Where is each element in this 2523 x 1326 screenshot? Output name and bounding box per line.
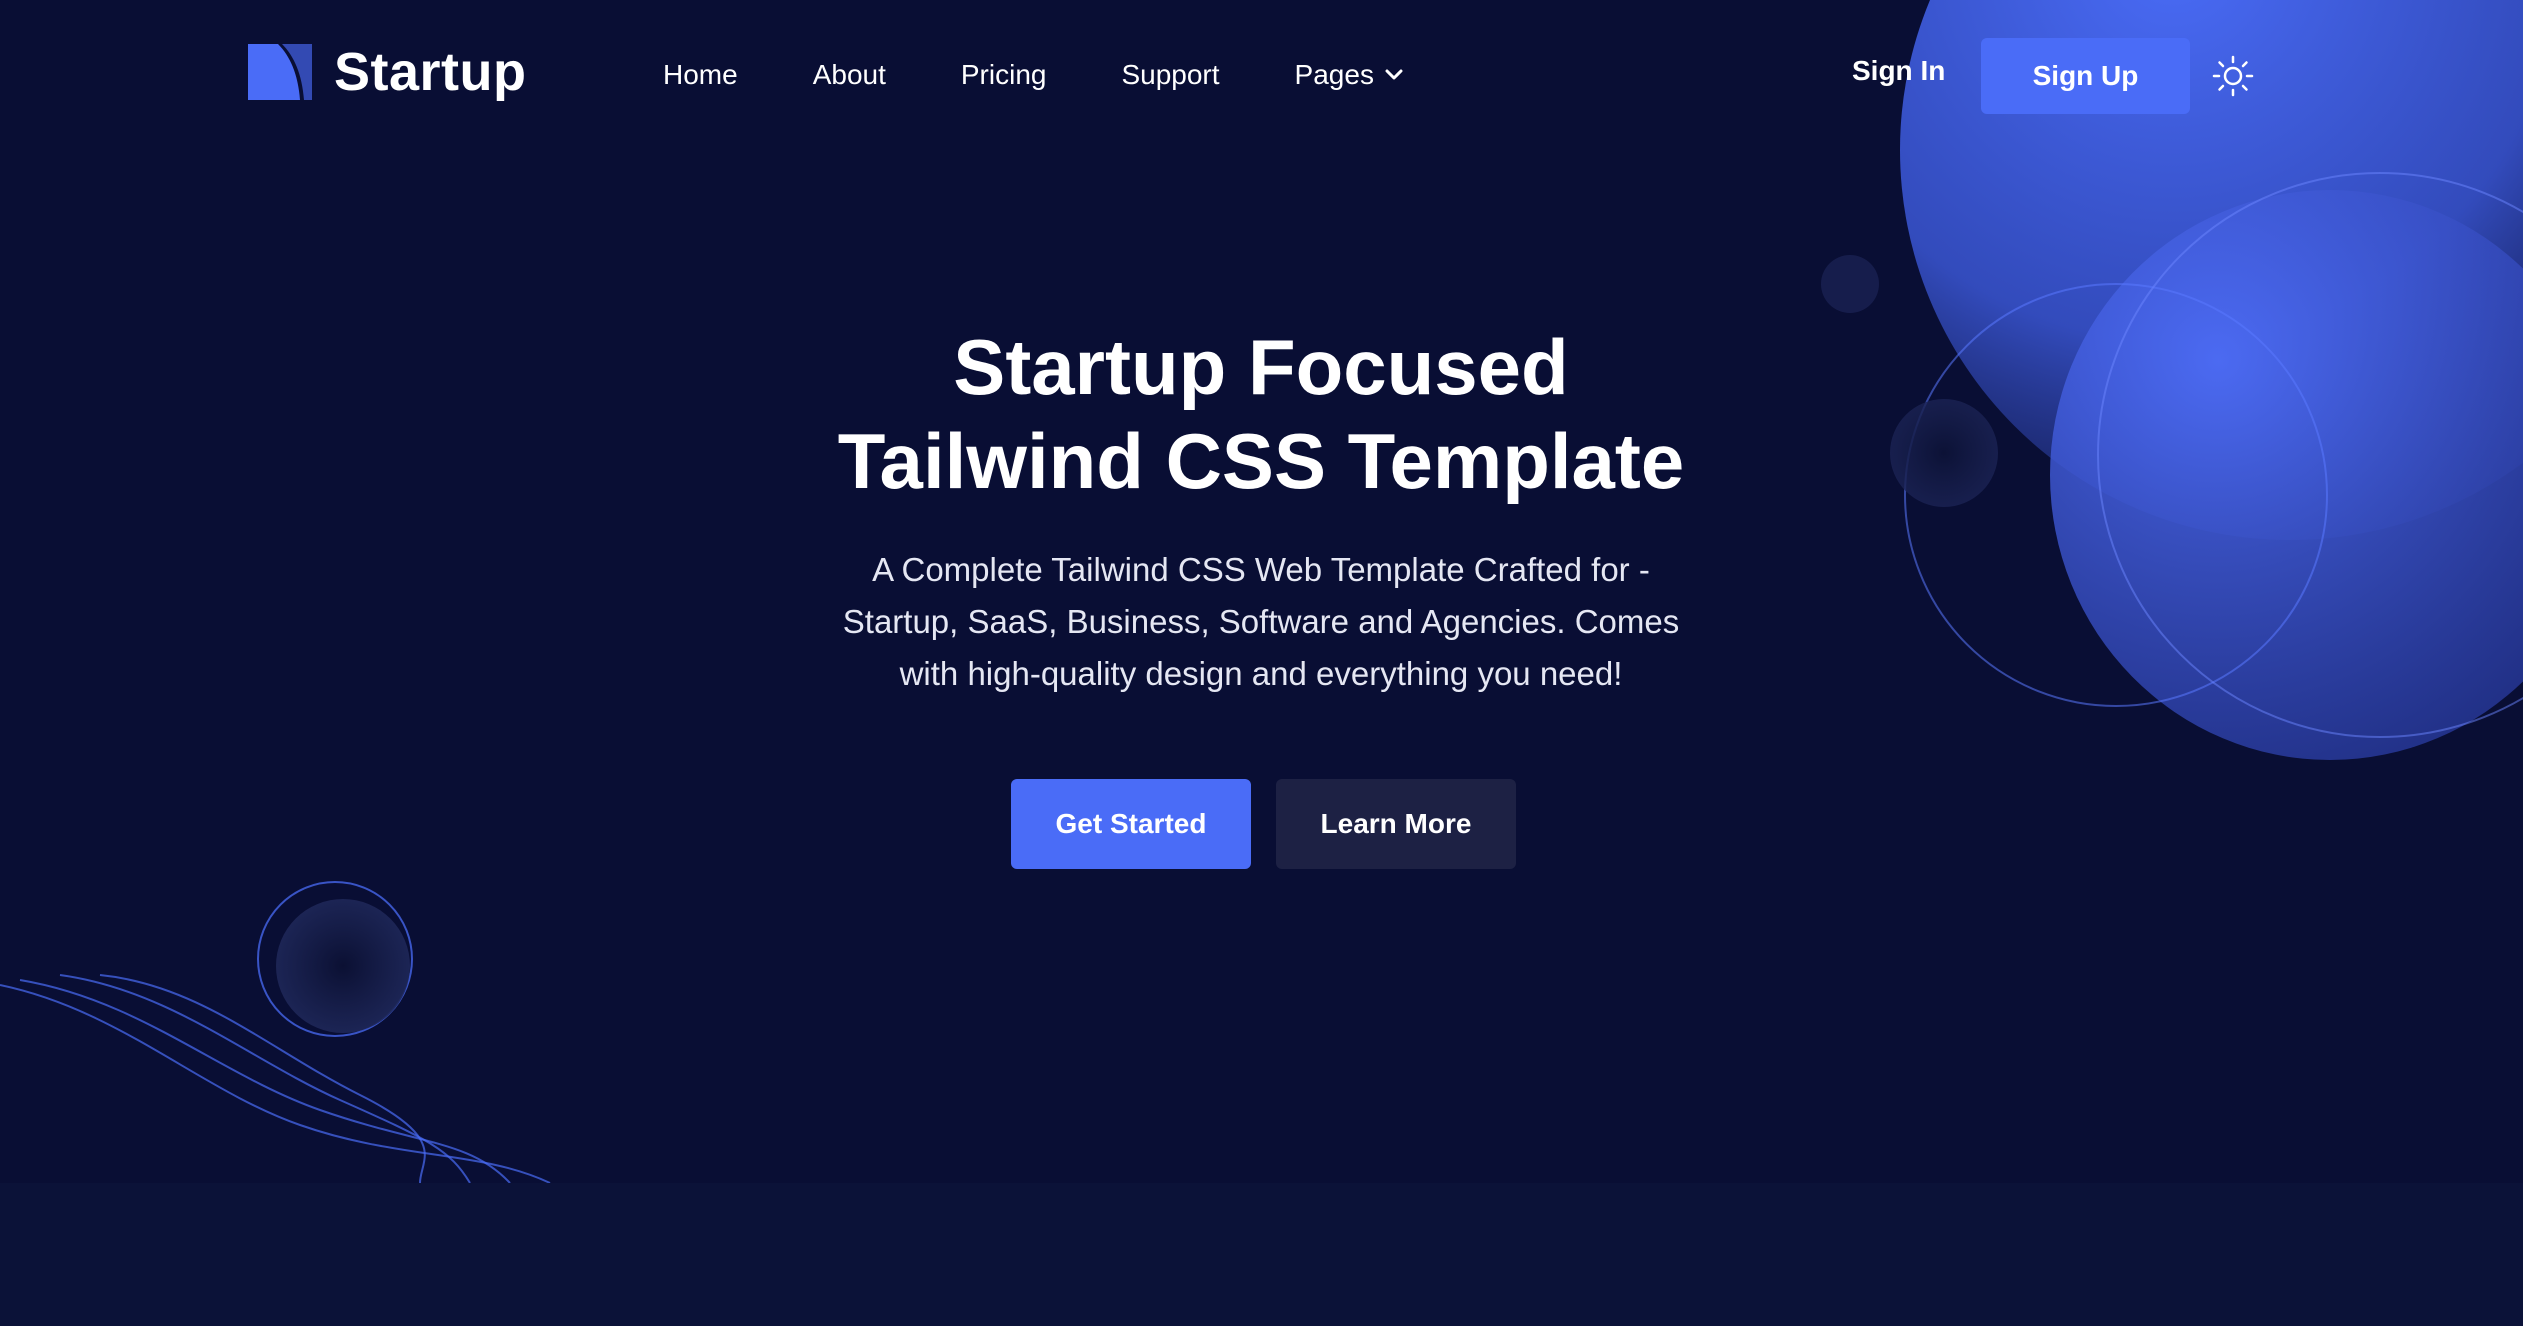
- deco-mid-circle: [2050, 190, 2523, 760]
- deco-wave-lines: [0, 974, 551, 1183]
- hero-cta-row: Get Started Learn More: [1011, 779, 1516, 869]
- deco-ring-right: [2097, 172, 2523, 738]
- nav-item-about[interactable]: About: [813, 59, 886, 91]
- nav-item-pages[interactable]: Pages: [1295, 59, 1404, 91]
- nav-item-support[interactable]: Support: [1121, 59, 1219, 91]
- nav-item-home[interactable]: Home: [663, 59, 738, 91]
- page: Startup Home About Pricing Support Pages…: [0, 0, 2523, 1326]
- deco-bubble-small: [1821, 255, 1879, 313]
- brand-logo[interactable]: Startup: [248, 40, 527, 104]
- sign-up-button[interactable]: Sign Up: [1981, 38, 2190, 114]
- sign-in-link[interactable]: Sign In: [1852, 55, 1945, 87]
- hero-description-line: A Complete Tailwind CSS Web Template Cra…: [872, 551, 1650, 588]
- next-section: [0, 1183, 2523, 1326]
- hero-title: Startup Focused Tailwind CSS Template: [761, 320, 1761, 508]
- brand-name: Startup: [334, 42, 527, 102]
- startup-logo-icon: [248, 44, 312, 100]
- hero-description-line: Startup, SaaS, Business, Software and Ag…: [842, 603, 1680, 640]
- deco-bubble-ring: [257, 881, 413, 1037]
- nav-item-pages-label: Pages: [1294, 59, 1374, 90]
- deco-bubble-bottom-left: [276, 899, 410, 1033]
- sun-icon[interactable]: [2212, 55, 2254, 97]
- hero-description: A Complete Tailwind CSS Web Template Cra…: [761, 544, 1761, 700]
- learn-more-button[interactable]: Learn More: [1276, 779, 1516, 869]
- site-header: Startup Home About Pricing Support Pages…: [0, 0, 2523, 150]
- deco-bubble-medium: [1890, 399, 1998, 507]
- hero-description-line: with high-quality design and everything …: [899, 655, 1623, 692]
- hero-title-line: Startup Focused: [953, 323, 1569, 411]
- chevron-down-icon: [1385, 69, 1403, 80]
- hero-section: Startup Home About Pricing Support Pages…: [0, 0, 2523, 1183]
- hero-title-line: Tailwind CSS Template: [837, 417, 1685, 505]
- hero-content: Startup Focused Tailwind CSS Template A …: [761, 320, 1761, 700]
- get-started-button[interactable]: Get Started: [1011, 779, 1251, 869]
- nav-item-pricing[interactable]: Pricing: [961, 59, 1047, 91]
- deco-ring-left: [1904, 283, 2328, 707]
- main-nav: Home About Pricing Support Pages: [663, 52, 1404, 98]
